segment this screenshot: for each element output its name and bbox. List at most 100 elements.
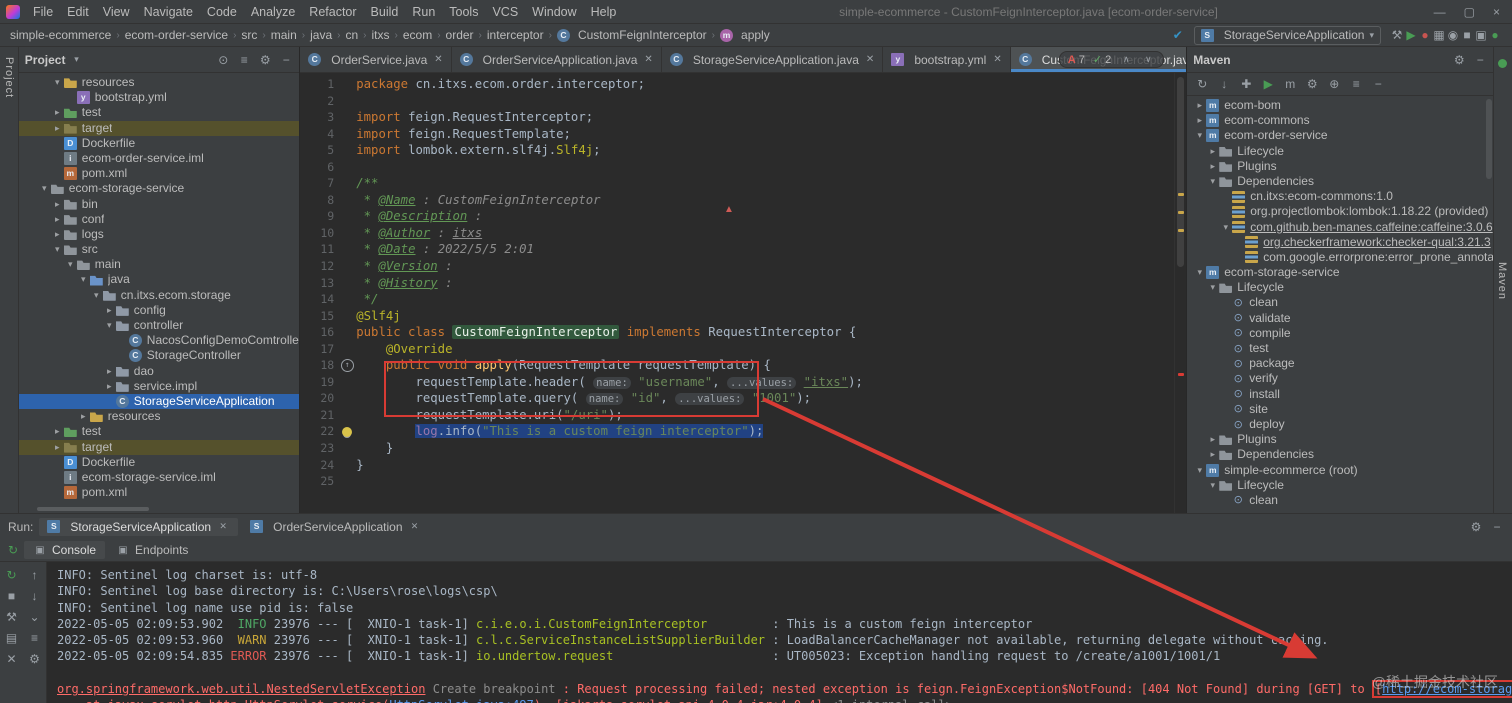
maven-tree-item[interactable]: ⊙ verify (1187, 371, 1493, 386)
chevron-right-icon[interactable]: ▸ (51, 197, 64, 212)
maven-tree-item[interactable]: ⊙ install (1187, 387, 1493, 402)
debug-icon[interactable]: ● (1418, 28, 1432, 42)
menu-build[interactable]: Build (364, 2, 406, 22)
stop-icon[interactable]: ■ (5, 589, 19, 603)
stacktrace-link[interactable]: HttpServlet.java:497 (389, 698, 534, 703)
override-marker-icon[interactable]: ↑ (340, 359, 354, 373)
code-line[interactable]: 13 * @History : (300, 275, 1186, 292)
maven-stripe-button[interactable]: Maven (1496, 262, 1508, 300)
maven-tree-item[interactable]: ▾ Dependencies (1187, 174, 1493, 189)
project-tree-item[interactable]: ▸ target (18, 439, 300, 455)
editor-tab[interactable]: C OrderServiceApplication.java ✕ (452, 47, 662, 72)
menu-run[interactable]: Run (405, 2, 442, 22)
stop-icon[interactable]: ■ (1460, 28, 1474, 42)
code-line[interactable]: 7 /** (300, 175, 1186, 192)
settings-icon[interactable]: ⚙ (258, 53, 272, 67)
chevron-right-icon[interactable]: ▸ (1206, 144, 1219, 159)
project-tree-item[interactable]: m pom.xml (19, 485, 299, 500)
settings-icon[interactable]: ⚙ (28, 652, 42, 666)
project-tree-item[interactable]: i ecom-order-service.iml (19, 151, 299, 166)
chevron-down-icon[interactable]: ▾ (51, 75, 64, 90)
menu-file[interactable]: File (26, 2, 60, 22)
menu-analyze[interactable]: Analyze (244, 2, 302, 22)
editor-tab[interactable]: C StorageServiceApplication.java ✕ (662, 47, 884, 72)
project-tree-item[interactable]: ▾ ecom-storage-service (19, 181, 299, 196)
code-line[interactable]: 8 * @Name : CustomFeignInterceptor (300, 192, 1186, 209)
chevron-right-icon[interactable]: ▸ (51, 227, 64, 242)
code-line[interactable]: 14 */ (300, 291, 1186, 308)
code-editor[interactable]: 1 package cn.itxs.ecom.order.interceptor;… (300, 73, 1186, 513)
gradle-icon[interactable] (1498, 59, 1508, 68)
maven-tree-item[interactable]: ▸ Plugins (1187, 159, 1493, 174)
hide-icon[interactable]: − (279, 53, 293, 67)
project-tree-item[interactable]: ▾ main (19, 257, 299, 272)
code-line[interactable]: 6 (300, 159, 1186, 176)
locate-icon[interactable]: ⊙ (216, 53, 230, 67)
menu-edit[interactable]: Edit (60, 2, 96, 22)
project-tree-item[interactable]: C NacosConfigDemoComtrolle (19, 333, 299, 348)
collapse-all-icon[interactable]: ≡ (237, 53, 251, 67)
chevron-right-icon[interactable]: ▸ (103, 379, 116, 394)
refresh-icon[interactable]: ↻ (1195, 77, 1209, 91)
softwrap-icon[interactable]: ⌄ (28, 610, 42, 624)
maven-tree-item[interactable]: ▾ m simple-ecommerce (root) (1187, 463, 1493, 478)
chevron-right-icon[interactable]: ▸ (1206, 159, 1219, 174)
maven-tree-item[interactable]: ⊙ test (1187, 341, 1493, 356)
project-tree-item[interactable]: ▸ bin (19, 197, 299, 212)
maven-tree-item[interactable]: ▾ m ecom-storage-service (1187, 265, 1493, 280)
menu-help[interactable]: Help (584, 2, 624, 22)
editor-scrollbar[interactable] (1174, 73, 1187, 513)
project-tree-item[interactable]: ▸ resources (19, 409, 299, 424)
run-icon[interactable]: ▶ (1404, 28, 1418, 42)
maven-tree-item[interactable]: ⊙ deploy (1187, 417, 1493, 432)
project-tree-item[interactable]: ▸ test (19, 105, 299, 120)
run-tab[interactable]: S StorageServiceApplication ✕ (39, 517, 239, 536)
code-line[interactable]: 1 package cn.itxs.ecom.order.interceptor; (300, 76, 1186, 93)
maven-tree-item[interactable]: ▸ Plugins (1187, 432, 1493, 447)
project-tree-item[interactable]: ▾ cn.itxs.ecom.storage (19, 288, 299, 303)
chevron-down-icon[interactable]: ▾ (1206, 280, 1219, 295)
chevron-down-icon[interactable]: ▾ (38, 181, 51, 196)
chevron-right-icon[interactable]: ▸ (1193, 98, 1206, 113)
maven-panel-title[interactable]: Maven (1193, 53, 1230, 67)
next-problem-icon[interactable]: ∨ (1141, 54, 1155, 65)
maven-tree-item[interactable]: ⊙ site (1187, 402, 1493, 417)
maven-tree-item[interactable]: ▾ com.github.ben-manes.caffeine:caffeine:… (1187, 220, 1493, 235)
rerun-icon[interactable]: ↻ (6, 543, 20, 557)
project-tree-item[interactable]: C StorageController (19, 348, 299, 363)
project-tree-item[interactable]: ▾ java (19, 272, 299, 287)
close-icon[interactable]: ✕ (216, 521, 230, 532)
code-line[interactable]: 3 import feign.RequestInterceptor; (300, 109, 1186, 126)
inspections-widget[interactable]: A 7 ✓ 2 ∧ ∨ (1058, 51, 1165, 68)
chevron-down-icon[interactable]: ▾ (64, 257, 77, 272)
project-tree-item[interactable]: ▸ conf (19, 212, 299, 227)
settings-icon[interactable]: ⚙ (1305, 77, 1319, 91)
code-line[interactable]: 5 import lombok.extern.slf4j.Slf4j; (300, 142, 1186, 159)
code-line[interactable]: 4 import feign.RequestTemplate; (300, 126, 1186, 143)
maven-tree-item[interactable]: ⊙ package (1187, 356, 1493, 371)
chevron-down-icon[interactable]: ▾ (1206, 478, 1219, 493)
maximize-button[interactable]: ▢ (1464, 5, 1475, 19)
chevron-down-icon[interactable]: ▾ (1219, 220, 1232, 235)
maven-tree-item[interactable]: ▾ m ecom-order-service (1187, 128, 1493, 143)
maven-tree-item[interactable]: ▾ Lifecycle (1187, 280, 1493, 295)
code-line[interactable]: 24} (300, 457, 1186, 474)
maven-tree-item[interactable]: ⊙ compile (1187, 326, 1493, 341)
breadcrumb-item[interactable]: itxs (370, 28, 392, 42)
chevron-down-icon[interactable]: ▾ (103, 318, 116, 333)
breadcrumb-item[interactable]: order (444, 28, 476, 42)
chevron-right-icon[interactable]: ▸ (103, 303, 116, 318)
maven-tree-item[interactable]: ▸ m ecom-bom (1187, 98, 1493, 113)
code-line[interactable]: 9 * @Description : (300, 208, 1186, 225)
code-line[interactable]: 12 * @Version : (300, 258, 1186, 275)
console-output[interactable]: INFO: Sentinel log charset is: utf-8 INFO… (47, 562, 1512, 703)
run-subtab-endpoints[interactable]: ▣ Endpoints (107, 541, 197, 559)
chevron-right-icon[interactable]: ▸ (51, 212, 64, 227)
add-icon[interactable]: ✚ (1239, 77, 1253, 91)
chevron-down-icon[interactable]: ▾ (1193, 265, 1206, 280)
intention-bulb-icon[interactable] (342, 426, 353, 437)
project-tree-item[interactable]: ▾ src (19, 242, 299, 257)
maven-tree-item[interactable]: ▾ Lifecycle (1187, 478, 1493, 493)
maven-icon[interactable]: m (1283, 77, 1297, 91)
minimize-icon[interactable]: − (1371, 77, 1385, 91)
